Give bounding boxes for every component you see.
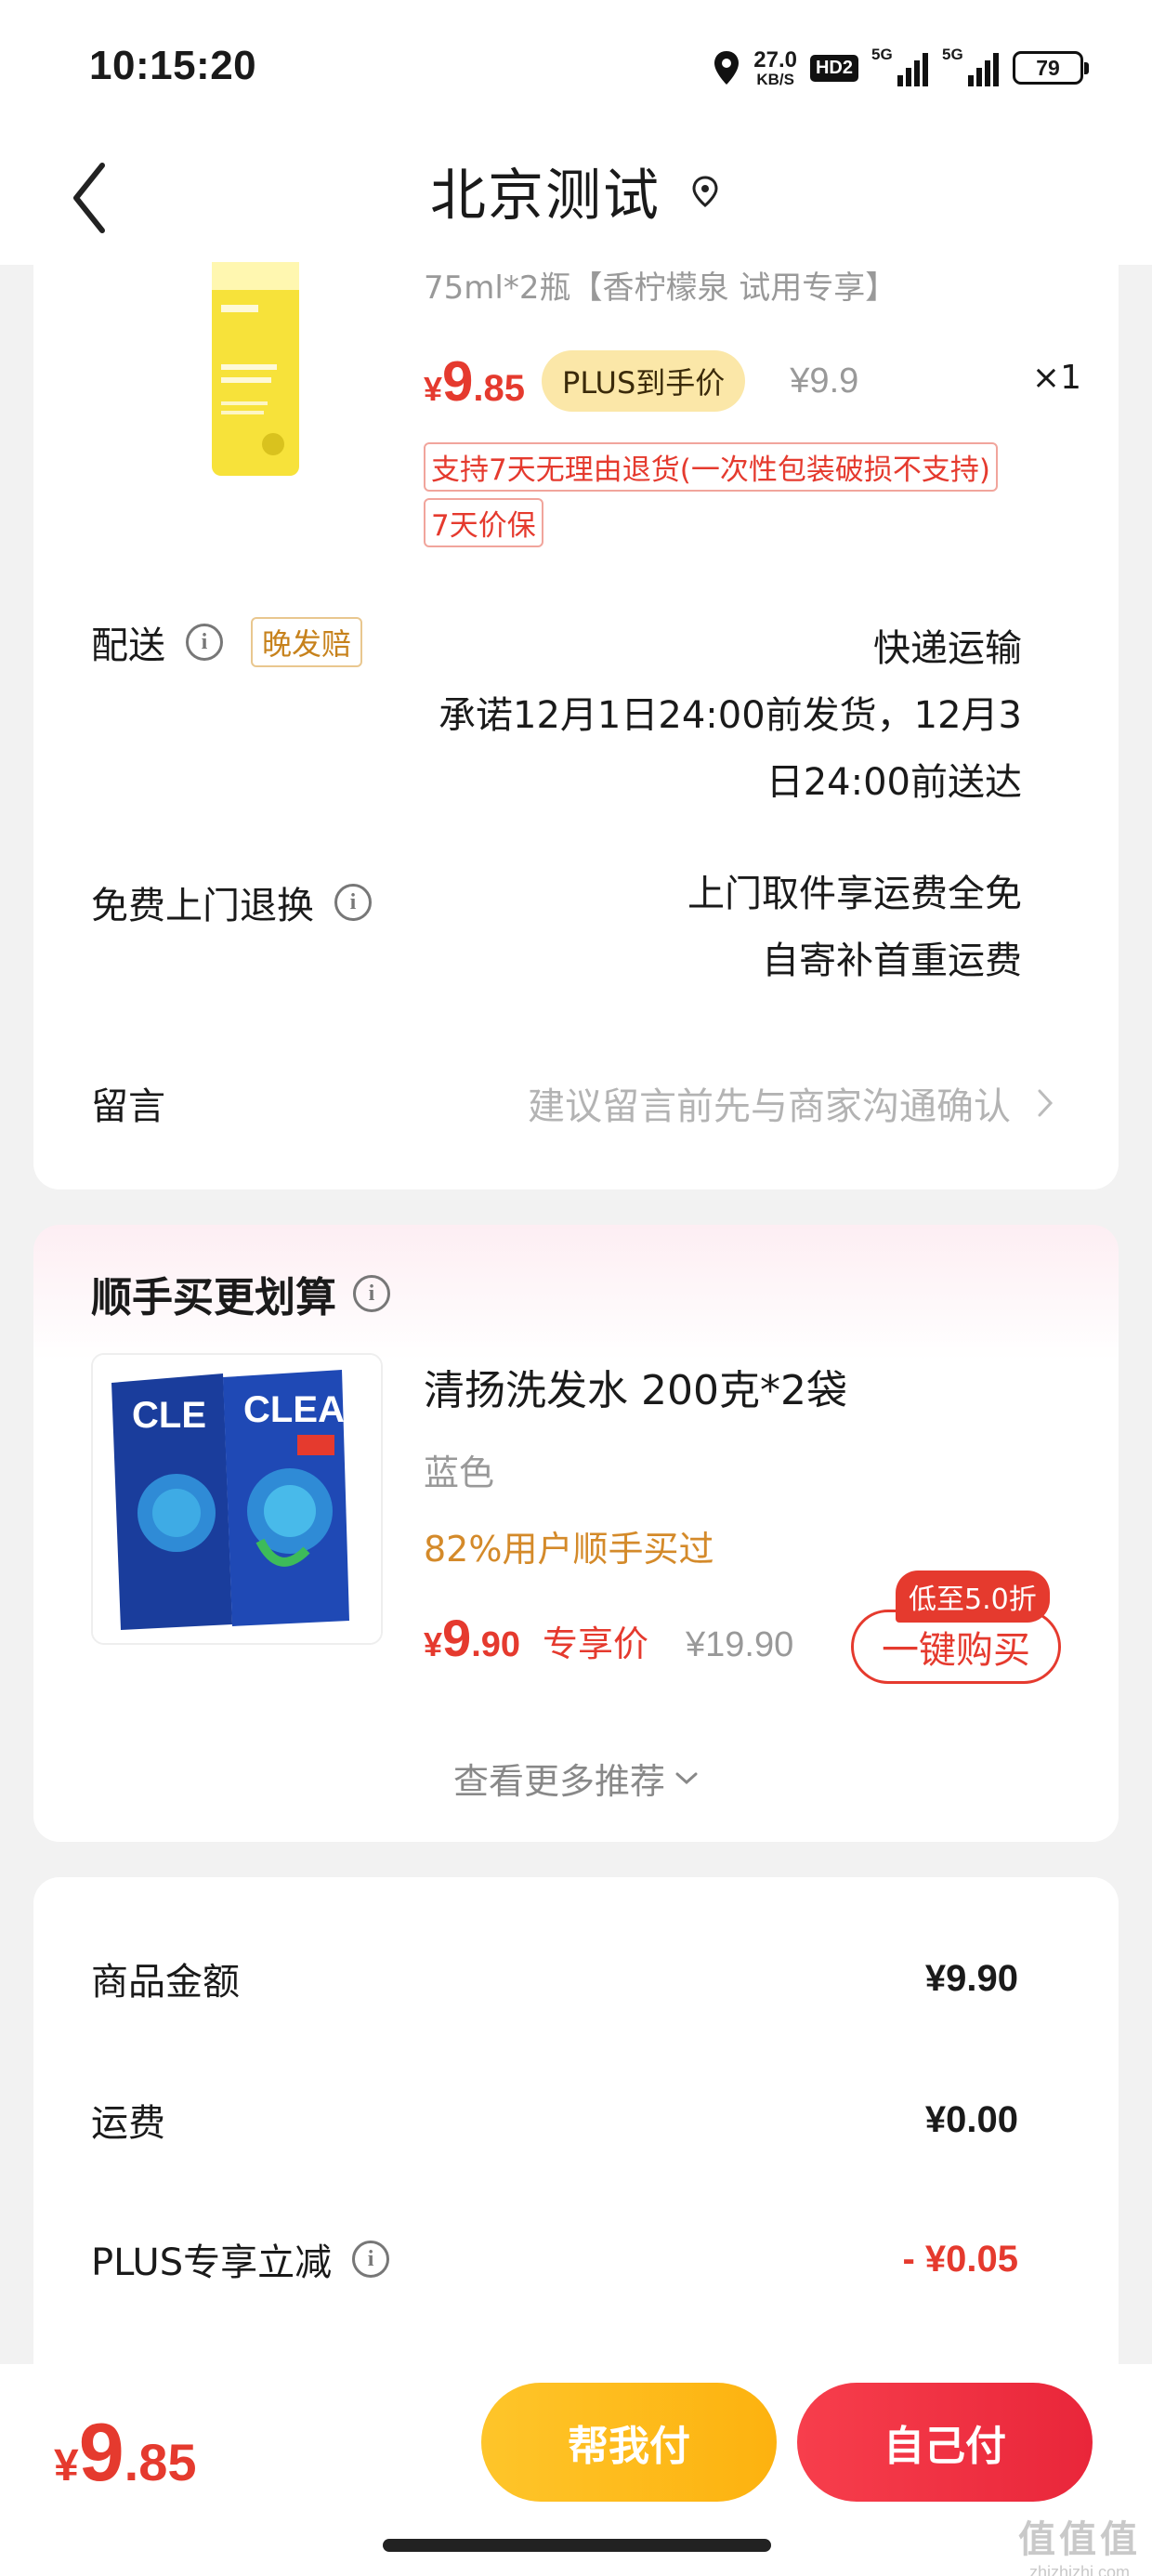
goods-amount-row: 商品金额 ¥9.90 xyxy=(91,1952,1018,2005)
recommend-title-text: 顺手买更划算 xyxy=(91,1274,336,1321)
shipping-row: 运费 ¥0.00 xyxy=(91,2093,1018,2147)
pay-for-me-button[interactable]: 帮我付 xyxy=(481,2383,777,2502)
watermark-logo: 值值值 xyxy=(1018,2519,1141,2560)
svg-text:CLE: CLE xyxy=(132,1395,206,1436)
message-row-label: 留言 xyxy=(91,1076,165,1130)
location-pin-icon xyxy=(692,175,718,207)
recommend-title: 顺手买更划算 i xyxy=(91,1264,390,1323)
free-return-line2: 自寄补首重运费 xyxy=(762,940,1022,982)
svg-text:CLEAR: CLEAR xyxy=(243,1389,372,1430)
chevron-down-icon xyxy=(675,1772,698,1784)
recommend-card: 顺手买更划算 i CLE CLEAR 清扬洗发水 200克*2袋 蓝色 82%用… xyxy=(33,1225,1119,1842)
delivery-row-label: 配送 i 晚发赔 xyxy=(91,615,363,669)
delivery-value[interactable]: 快递运输 承诺12月1日24:00前发货，12月3 日24:00前送达 xyxy=(439,615,1022,816)
goods-amount-value: ¥9.90 xyxy=(924,1957,1018,1999)
free-return-label: 免费上门退换 xyxy=(91,885,314,927)
free-return-value: 上门取件享运费全免 自寄补首重运费 xyxy=(687,861,1022,994)
address-title[interactable]: 北京测试 xyxy=(0,151,1152,231)
status-time: 10:15:20 xyxy=(89,43,257,88)
shipping-label: 运费 xyxy=(91,2102,165,2145)
signal-label: 5G xyxy=(871,46,893,63)
late-compensation-badge: 晚发赔 xyxy=(251,617,363,667)
network-speed: 27.0 KB/S xyxy=(753,46,797,88)
more-recommend-link[interactable]: 查看更多推荐 xyxy=(33,1753,1119,1804)
recommend-product-color: 蓝色 xyxy=(424,1452,495,1493)
delivery-promise-line2: 日24:00前送达 xyxy=(766,761,1022,804)
info-icon[interactable]: i xyxy=(352,2241,390,2278)
delivery-label: 配送 xyxy=(91,624,165,667)
discount-badge: 低至5.0折 xyxy=(896,1571,1050,1623)
network-speed-value: 27.0 xyxy=(753,46,797,72)
info-icon[interactable]: i xyxy=(334,884,372,921)
more-recommend-label: 查看更多推荐 xyxy=(452,1761,665,1802)
total-price: ¥9.85 xyxy=(54,2406,197,2498)
signal-label: 5G xyxy=(942,46,963,63)
price-protect-tag: 7天价保 xyxy=(424,498,543,547)
recommend-price: ¥9.90 xyxy=(424,1609,521,1667)
location-icon xyxy=(714,51,740,85)
shampoo-pack-image: CLE CLEAR xyxy=(93,1355,381,1643)
message-label: 留言 xyxy=(91,1085,165,1128)
plus-discount-label-group: PLUS专享立减 i xyxy=(91,2232,390,2286)
plus-discount-value: - ¥0.05 xyxy=(902,2238,1018,2280)
recommend-original-price: ¥19.90 xyxy=(686,1625,794,1664)
delivery-promise-line1: 承诺12月1日24:00前发货，12月3 xyxy=(439,694,1022,737)
recommend-product-name[interactable]: 清扬洗发水 200克*2袋 xyxy=(424,1357,847,1416)
signal-icon: 5G xyxy=(871,46,929,86)
network-speed-unit: KB/S xyxy=(756,70,794,88)
info-icon[interactable]: i xyxy=(186,624,223,661)
page-title: 北京测试 xyxy=(430,164,661,229)
chevron-right-icon xyxy=(1038,1089,1054,1117)
return-policy-tag: 支持7天无理由退货(一次性包装破损不支持) xyxy=(424,442,998,492)
status-icons: 27.0 KB/S HD2 5G 5G 79 xyxy=(713,45,1089,91)
status-bar: 10:15:20 27.0 KB/S HD2 5G 5G 79 xyxy=(0,0,1152,130)
recommend-popularity: 82%用户顺手买过 xyxy=(424,1529,714,1570)
recommend-product-image[interactable]: CLE CLEAR xyxy=(91,1353,383,1645)
free-return-row-label: 免费上门退换 i xyxy=(91,875,372,929)
message-input[interactable]: 建议留言前先与商家沟通确认 xyxy=(528,1076,1054,1130)
signal-icon: 5G xyxy=(942,46,1000,86)
free-return-line1: 上门取件享运费全免 xyxy=(687,873,1022,915)
product-thumbnail[interactable] xyxy=(204,262,307,476)
plus-discount-row: PLUS专享立减 i - ¥0.05 xyxy=(91,2232,1018,2286)
product-quantity: ×1 xyxy=(1031,359,1081,397)
message-placeholder: 建议留言前先与商家沟通确认 xyxy=(528,1085,1011,1128)
shipping-value: ¥0.00 xyxy=(924,2098,1018,2140)
watermark: 值值值 zhizhizhi.com xyxy=(1018,2509,1141,2576)
info-icon[interactable]: i xyxy=(353,1275,390,1312)
home-indicator[interactable] xyxy=(383,2539,771,2552)
exclusive-price-label: 专享价 xyxy=(543,1623,649,1664)
recommend-price-row: ¥9.90 专享价 ¥19.90 xyxy=(424,1608,793,1668)
watermark-url: zhizhizhi.com xyxy=(1028,2563,1131,2576)
pay-myself-button[interactable]: 自己付 xyxy=(797,2383,1093,2502)
goods-amount-label: 商品金额 xyxy=(91,1961,240,2004)
product-price: ¥9.85 xyxy=(424,349,526,413)
product-spec: 75ml*2瓶【香柠檬泉 试用专享】 xyxy=(424,269,897,307)
hd-icon: HD2 xyxy=(809,54,858,82)
battery-level: 79 xyxy=(1036,55,1060,80)
plus-price-badge: PLUS到手价 xyxy=(542,350,746,412)
battery-icon: 79 xyxy=(1013,51,1089,85)
plus-discount-label: PLUS专享立减 xyxy=(91,2241,333,2284)
original-price: ¥9.9 xyxy=(790,361,859,401)
delivery-method: 快递运输 xyxy=(873,627,1022,670)
product-price-row: ¥9.85 PLUS到手价 ¥9.9 xyxy=(424,344,1093,418)
order-card: 75ml*2瓶【香柠檬泉 试用专享】 ¥9.85 PLUS到手价 ¥9.9 ×1… xyxy=(33,234,1119,1189)
